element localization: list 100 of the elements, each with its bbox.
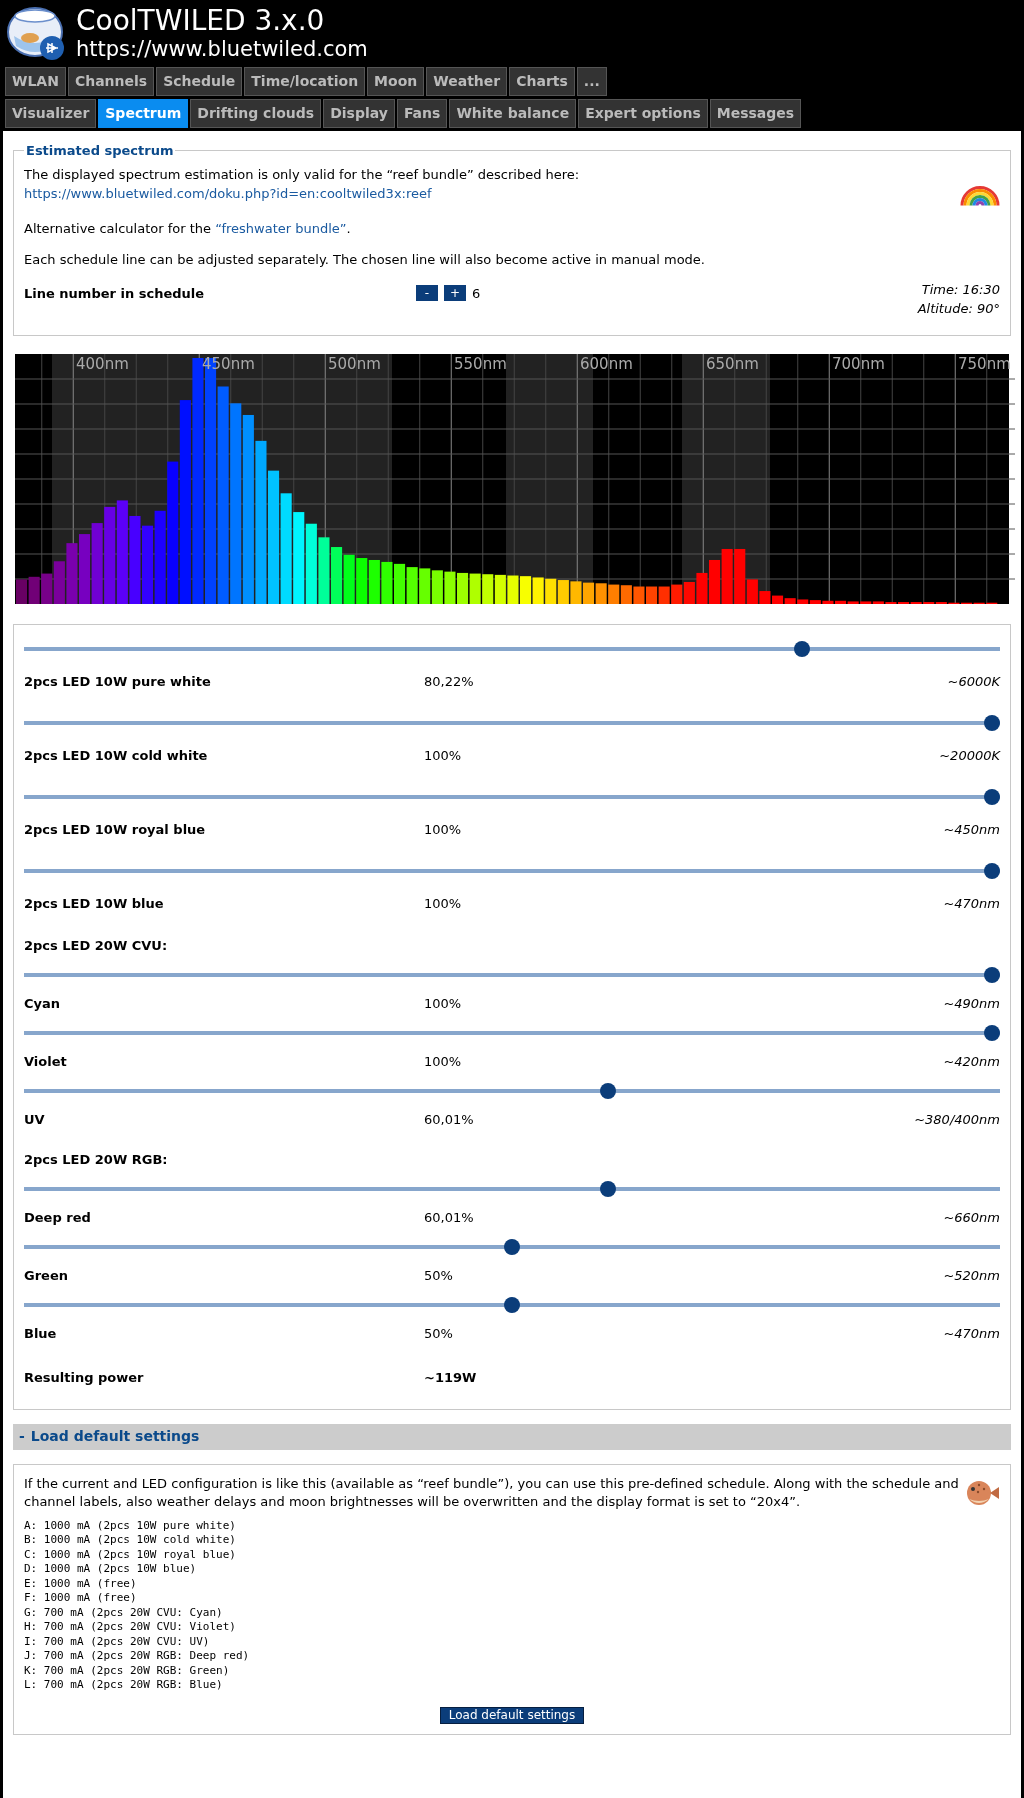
- slider[interactable]: [24, 862, 1000, 879]
- spectrum-bar: [709, 559, 721, 604]
- channel-name: Violet: [24, 1052, 68, 1071]
- group-heading: 2pcs LED 20W CVU:: [24, 936, 168, 955]
- channel-percent: 100%: [424, 894, 463, 913]
- nav-tab[interactable]: White balance: [449, 99, 577, 128]
- channel-name: 2pcs LED 10W blue: [24, 894, 165, 913]
- wavelength-label: 650nm: [706, 354, 759, 373]
- slider[interactable]: [24, 1180, 1000, 1197]
- spectrum-bar: [557, 579, 569, 604]
- freshwater-link[interactable]: “freshwater bundle”: [215, 220, 347, 236]
- slider[interactable]: [24, 788, 1000, 805]
- channel-name: UV: [24, 1110, 46, 1129]
- nav-tab[interactable]: Schedule: [156, 67, 243, 96]
- channel-wavelength: ~520nm: [943, 1266, 1000, 1285]
- intro-text: The displayed spectrum estimation is only valid for the “reef bundle” described here:: [24, 165, 580, 184]
- channel-default-line: D: 1000 mA (2pcs 10W blue): [24, 1562, 198, 1577]
- nav-tab[interactable]: Display: [323, 99, 395, 128]
- channel-wavelength: ~20000K: [939, 746, 1000, 765]
- slider[interactable]: [24, 1082, 1000, 1099]
- channel-wavelength: ~450nm: [943, 820, 1000, 839]
- channel-default-line: J: 700 mA (2pcs 20W RGB: Deep red): [24, 1649, 251, 1664]
- section-header-bar[interactable]: - Load default settings: [13, 1423, 1011, 1450]
- spectrum-bar: [53, 560, 65, 604]
- note-text: Each schedule line can be adjusted separately. The chosen line will also become active in manual mode.: [24, 251, 706, 269]
- slider-thumb[interactable]: [504, 1238, 520, 1255]
- slider[interactable]: [24, 1024, 1000, 1041]
- total-label: Resulting power: [24, 1368, 145, 1387]
- slider[interactable]: [24, 1238, 1000, 1255]
- nav-tab[interactable]: Weather: [426, 67, 508, 96]
- spectrum-bar: [444, 571, 456, 604]
- slider[interactable]: [24, 1296, 1000, 1313]
- slider-thumb[interactable]: [984, 714, 1000, 731]
- channel-percent: 50%: [424, 1324, 454, 1343]
- nav-tab[interactable]: Messages: [709, 99, 802, 128]
- nav-tab[interactable]: Fans: [396, 99, 448, 128]
- slider-thumb[interactable]: [984, 966, 1000, 983]
- slider-thumb[interactable]: [600, 1082, 617, 1099]
- channel-default-line: A: 1000 mA (2pcs 10W pure white): [24, 1518, 237, 1533]
- slider-thumb[interactable]: [984, 788, 1000, 805]
- channel-default-line: G: 700 mA (2pcs 20W CVU: Cyan): [24, 1605, 224, 1620]
- slider[interactable]: [24, 714, 1000, 731]
- channel-wavelength: ~420nm: [943, 1052, 1000, 1071]
- wavelength-label: 500nm: [328, 354, 381, 373]
- nav-tab[interactable]: Time/location: [244, 67, 366, 96]
- app-title: CoolTWILED 3.x.0: [76, 6, 326, 35]
- channel-default-line: K: 700 mA (2pcs 20W RGB: Green): [24, 1663, 231, 1678]
- spectrum-bar: [16, 578, 28, 604]
- spectrum-bar: [419, 567, 431, 604]
- nav-tab[interactable]: Spectrum: [98, 99, 189, 128]
- total-value: ~119W: [424, 1368, 477, 1387]
- spectrum-bar: [507, 575, 519, 604]
- slider[interactable]: [24, 966, 1000, 983]
- channel-name: 2pcs LED 10W royal blue: [24, 820, 207, 839]
- nav-tab[interactable]: WLAN: [5, 67, 66, 96]
- channel-wavelength: ~6000K: [947, 672, 1000, 691]
- spectrum-bar: [545, 578, 557, 604]
- section-title: Load default settings: [30, 1427, 200, 1446]
- spectrum-bar: [394, 563, 406, 604]
- collapse-toggle[interactable]: -: [19, 1426, 25, 1447]
- channel-name: Cyan: [24, 994, 62, 1013]
- channel-wavelength: ~380/400nm: [914, 1110, 1000, 1129]
- slider-thumb[interactable]: [984, 1024, 1000, 1041]
- spectrum-bar: [79, 533, 91, 604]
- channel-wavelength: ~470nm: [943, 1324, 1000, 1343]
- slider-thumb[interactable]: [600, 1180, 617, 1197]
- channel-wavelength: ~490nm: [943, 994, 1000, 1013]
- spectrum-bar: [318, 536, 330, 604]
- nav-tab[interactable]: Expert options: [578, 99, 708, 128]
- channel-wavelength: ~660nm: [943, 1208, 1000, 1227]
- nav-tab[interactable]: Moon: [367, 67, 425, 96]
- spectrum-bar: [608, 584, 620, 604]
- spectrum-bar: [633, 586, 645, 604]
- nav-tab[interactable]: Charts: [509, 67, 575, 96]
- spectrum-bar: [696, 572, 708, 604]
- nav-tab[interactable]: Drifting clouds: [190, 99, 322, 128]
- slider-thumb[interactable]: [794, 640, 811, 657]
- channel-default-line: F: 1000 mA (free): [24, 1591, 138, 1606]
- slider-thumb[interactable]: [504, 1296, 520, 1313]
- spectrum-bar: [381, 561, 393, 604]
- load-defaults-button[interactable]: Load default settings: [439, 1706, 585, 1724]
- channel-name: 2pcs LED 10W cold white: [24, 746, 209, 765]
- slider[interactable]: [24, 640, 1000, 657]
- decrement-button[interactable]: -: [416, 285, 438, 302]
- nav-tab[interactable]: ...: [576, 67, 607, 96]
- spectrum-bar: [570, 580, 582, 604]
- spectrum-bar: [646, 586, 658, 604]
- nav-tab[interactable]: Visualizer: [5, 99, 97, 128]
- channel-percent: 80,22%: [424, 672, 475, 691]
- channel-default-line: C: 1000 mA (2pcs 10W royal blue): [24, 1547, 237, 1562]
- channel-default-line: I: 700 mA (2pcs 20W CVU: UV): [24, 1634, 211, 1649]
- channel-percent: 50%: [424, 1266, 454, 1285]
- reef-link[interactable]: https://www.bluetwiled.com/doku.php?id=en:cooltwiled3x:reef: [24, 186, 432, 201]
- nav-tab[interactable]: Channels: [67, 67, 155, 96]
- increment-button[interactable]: +: [444, 285, 466, 302]
- spectrum-bar: [658, 586, 670, 604]
- defaults-description: If the current and LED configuration is like this (available as “reef bundle”), you can use this pre-defined schedule. Along with the schedule and channel labels, also weather delays and moon brightnesses will be overwritten and the display format is set to “20x4”.: [24, 1474, 960, 1511]
- alternative-text: Alternative calculator for the “freshwater bundle”.: [24, 219, 352, 238]
- slider-thumb[interactable]: [984, 862, 1000, 879]
- spectrum-bar: [41, 573, 53, 604]
